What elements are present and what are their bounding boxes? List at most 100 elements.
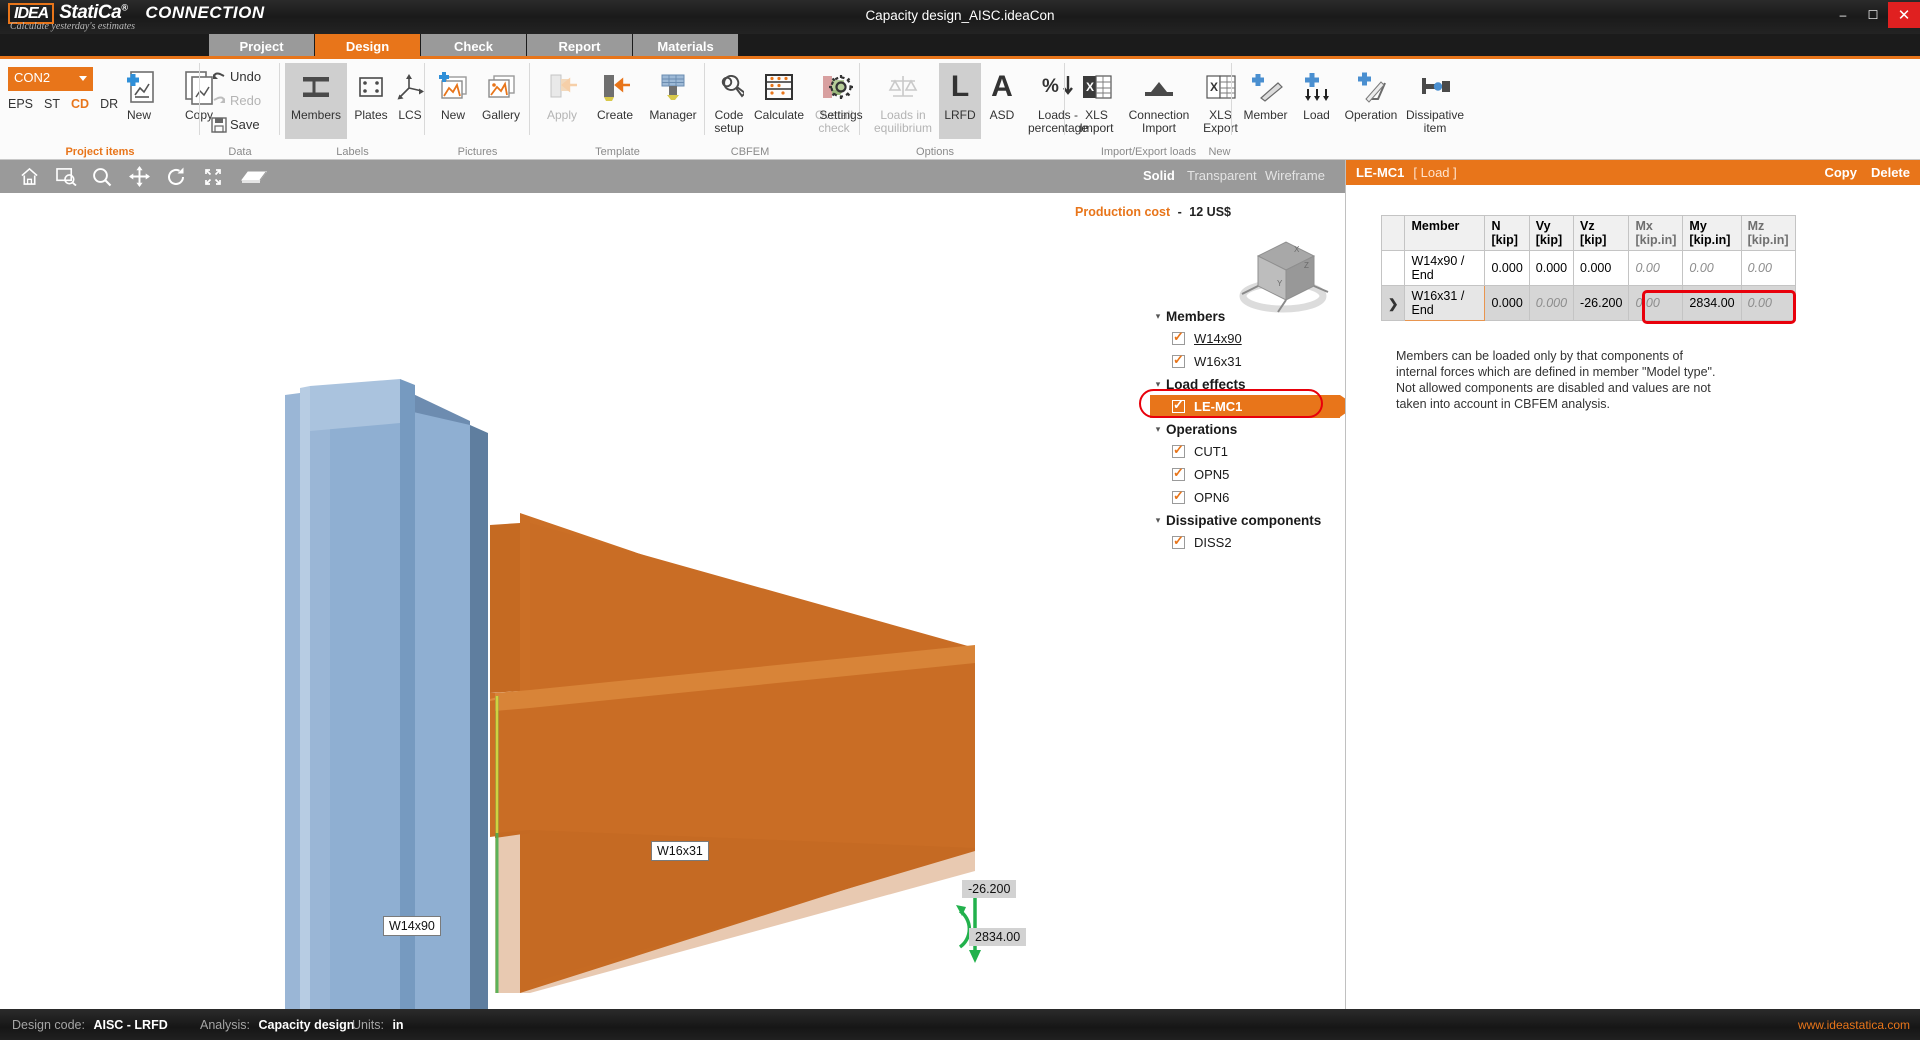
rotate-icon[interactable]	[161, 163, 191, 190]
members-labels-label: Members	[291, 109, 341, 122]
cell-mz[interactable]: 0.00	[1741, 251, 1795, 286]
tree-group-dissipative-components[interactable]: ▾ Dissipative components	[1150, 509, 1340, 531]
save-disk-icon	[208, 117, 230, 133]
calculate-label: Calculate	[754, 109, 804, 122]
tab-check[interactable]: Check	[421, 34, 526, 58]
redo-button[interactable]: Redo	[208, 89, 261, 112]
ribbon-group-import-export: X XLSImport ConnectionImport X XLSExport…	[1065, 59, 1232, 160]
code-setup-button[interactable]: Codesetup	[707, 63, 751, 139]
maximize-button[interactable]: ☐	[1858, 2, 1888, 28]
tree-item-w16x31[interactable]: W16x31	[1150, 350, 1340, 373]
xls-import-button[interactable]: X XLSImport	[1069, 63, 1124, 139]
plates-icon	[356, 67, 386, 107]
new-document-icon	[122, 67, 156, 107]
zoom-window-icon[interactable]	[51, 163, 81, 190]
close-button[interactable]: ✕	[1888, 2, 1920, 28]
cell-n[interactable]: 0.000	[1485, 286, 1529, 321]
gallery-icon	[485, 67, 517, 107]
chevron-expanded-icon: ▾	[1150, 311, 1166, 322]
add-operation-icon	[1353, 67, 1389, 107]
fit-icon[interactable]	[198, 163, 228, 190]
members-labels-button[interactable]: Members	[285, 63, 347, 139]
tree-item-w14x90[interactable]: W14x90	[1150, 327, 1340, 350]
view-mode-transparent[interactable]: Transparent	[1187, 168, 1257, 183]
row-expander[interactable]	[1382, 251, 1405, 286]
checkbox-diss2[interactable]	[1172, 536, 1185, 549]
copy-load-effect-button[interactable]: Copy	[1824, 165, 1857, 180]
ribbon-group-label-template: Template	[530, 146, 705, 158]
save-button[interactable]: Save	[208, 113, 260, 136]
home-icon[interactable]	[14, 163, 44, 190]
tree-group-operations[interactable]: ▾ Operations	[1150, 418, 1340, 440]
cell-vy[interactable]: 0.000	[1529, 286, 1573, 321]
tab-project[interactable]: Project	[209, 34, 314, 58]
undo-button[interactable]: Undo	[208, 65, 261, 88]
new-item-button[interactable]: New	[110, 63, 168, 139]
template-manager-button[interactable]: Manager	[642, 63, 704, 139]
picture-new-button[interactable]: New	[431, 63, 475, 139]
new-operation-button[interactable]: Operation	[1339, 63, 1403, 139]
gear-icon	[826, 67, 856, 107]
checkbox-opn5[interactable]	[1172, 468, 1185, 481]
balance-scale-icon	[885, 67, 921, 107]
new-load-button[interactable]: Load	[1294, 63, 1339, 139]
lrfd-label: LRFD	[944, 109, 975, 122]
view-mode-solid[interactable]: Solid	[1143, 168, 1175, 183]
plates-labels-button[interactable]: Plates	[349, 63, 393, 139]
new-member-button[interactable]: Member	[1237, 63, 1294, 139]
checkbox-le-mc1[interactable]	[1172, 400, 1185, 413]
cell-vz[interactable]: 0.000	[1574, 251, 1629, 286]
calculate-button[interactable]: Calculate	[750, 63, 808, 139]
table-row[interactable]: ❯ W16x31 / End 0.000 0.000 -26.200 0.00 …	[1382, 286, 1796, 321]
picture-gallery-button[interactable]: Gallery	[475, 63, 527, 139]
connection-import-button[interactable]: ConnectionImport	[1124, 63, 1194, 139]
settings-button[interactable]: Settings	[815, 63, 867, 139]
delete-load-effect-button[interactable]: Delete	[1871, 165, 1910, 180]
tree-item-diss2[interactable]: DISS2	[1150, 531, 1340, 554]
checkbox-cut1[interactable]	[1172, 445, 1185, 458]
checkbox-opn6[interactable]	[1172, 491, 1185, 504]
tree-item-opn5[interactable]: OPN5	[1150, 463, 1340, 486]
loads-in-equilibrium-button[interactable]: Loads inequilibrium	[867, 63, 939, 139]
view-mode-wireframe[interactable]: Wireframe	[1265, 168, 1325, 183]
ribbon-group-pictures: New Gallery Pictures	[425, 59, 530, 160]
cell-my[interactable]: 2834.00	[1683, 286, 1741, 321]
row-expander[interactable]: ❯	[1382, 286, 1405, 321]
tab-design[interactable]: Design	[315, 34, 420, 58]
checkbox-w14x90[interactable]	[1172, 332, 1185, 345]
template-apply-button[interactable]: Apply	[536, 63, 588, 139]
cell-n[interactable]: 0.000	[1485, 251, 1529, 286]
item-type-cd[interactable]: CD	[71, 97, 89, 111]
cell-mz[interactable]: 0.00	[1741, 286, 1795, 321]
cell-mx[interactable]: 0.00	[1629, 251, 1683, 286]
checkbox-w16x31[interactable]	[1172, 355, 1185, 368]
pan-icon[interactable]	[124, 163, 154, 190]
cell-vz[interactable]: -26.200	[1574, 286, 1629, 321]
template-create-button[interactable]: Create	[588, 63, 642, 139]
zoom-icon[interactable]	[87, 163, 117, 190]
project-item-combo[interactable]: CON2	[8, 67, 93, 91]
tree-item-opn6[interactable]: OPN6	[1150, 486, 1340, 509]
model-3d-viewport[interactable]: W14x90 W16x31 -26.200 2834.00	[0, 193, 1345, 1009]
cell-mx[interactable]: 0.00	[1629, 286, 1683, 321]
lcs-labels-button[interactable]: LCS	[392, 63, 428, 139]
tree-item-le-mc1[interactable]: LE-MC1	[1150, 395, 1340, 418]
new-dissipative-item-button[interactable]: Dissipativeitem	[1403, 63, 1467, 139]
lrfd-button[interactable]: L LRFD	[939, 63, 981, 139]
perspective-icon[interactable]	[237, 163, 271, 190]
window-controls: – ☐ ✕	[1828, 0, 1920, 34]
tab-materials[interactable]: Materials	[633, 34, 738, 58]
tree-group-load-effects[interactable]: ▾ Load effects	[1150, 373, 1340, 395]
website-link[interactable]: www.ideastatica.com	[1798, 1018, 1910, 1032]
cell-vy[interactable]: 0.000	[1529, 251, 1573, 286]
tree-item-cut1[interactable]: CUT1	[1150, 440, 1340, 463]
item-type-eps[interactable]: EPS	[8, 97, 33, 111]
asd-button[interactable]: A ASD	[981, 63, 1023, 139]
tab-report[interactable]: Report	[527, 34, 632, 58]
status-bar: Design code: AISC - LRFD Analysis: Capac…	[0, 1009, 1920, 1040]
item-type-st[interactable]: ST	[44, 97, 60, 111]
cell-my[interactable]: 0.00	[1683, 251, 1741, 286]
minimize-button[interactable]: –	[1828, 2, 1858, 28]
table-row[interactable]: W14x90 / End 0.000 0.000 0.000 0.00 0.00…	[1382, 251, 1796, 286]
tree-group-members[interactable]: ▾ Members	[1150, 305, 1340, 327]
